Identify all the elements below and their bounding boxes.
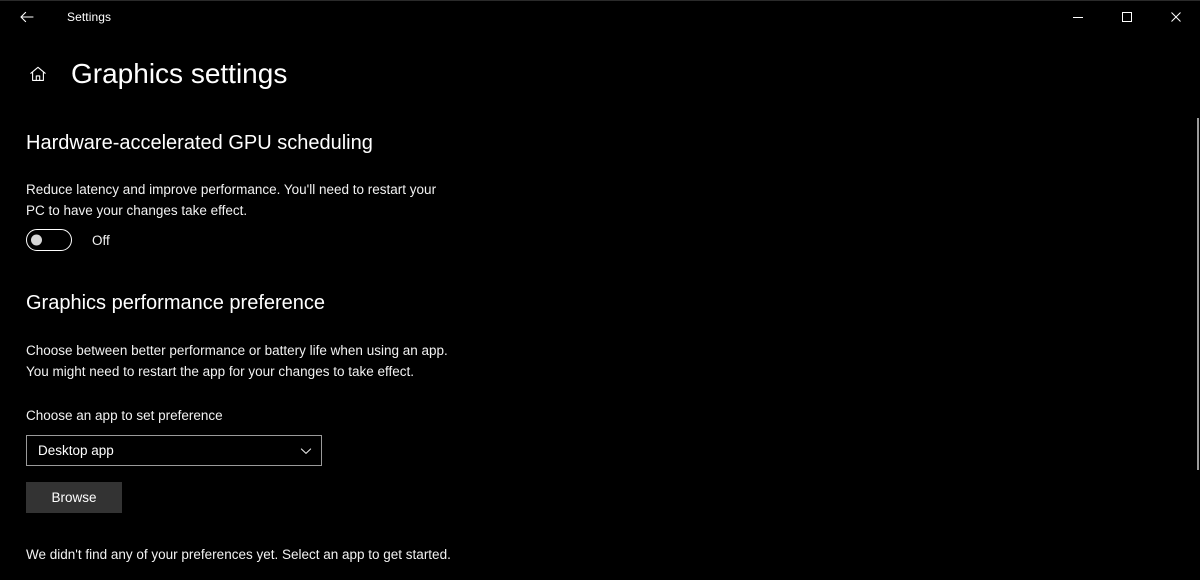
browse-button[interactable]: Browse [26,482,122,513]
gpu-scheduling-heading: Hardware-accelerated GPU scheduling [26,132,373,154]
app-type-select[interactable]: Desktop app [26,435,322,466]
gpu-scheduling-description: Reduce latency and improve performance. … [26,182,437,218]
settings-content: Hardware-accelerated GPU scheduling Redu… [0,0,1200,580]
graphics-performance-heading: Graphics performance preference [26,292,326,314]
empty-state-message: We didn't find any of your preferences y… [26,547,451,562]
gpu-scheduling-toggle[interactable] [26,229,72,251]
gpu-scheduling-toggle-state: Off [92,232,110,248]
chevron-down-icon [291,443,321,459]
graphics-performance-description: Choose between better performance or bat… [26,343,448,379]
scrollbar[interactable] [1188,32,1200,580]
choose-app-label: Choose an app to set preference [26,408,223,423]
toggle-knob [31,234,42,246]
scrollbar-thumb[interactable] [1197,118,1199,470]
gpu-scheduling-toggle-row: Off [26,228,110,252]
app-type-select-value: Desktop app [38,443,114,458]
